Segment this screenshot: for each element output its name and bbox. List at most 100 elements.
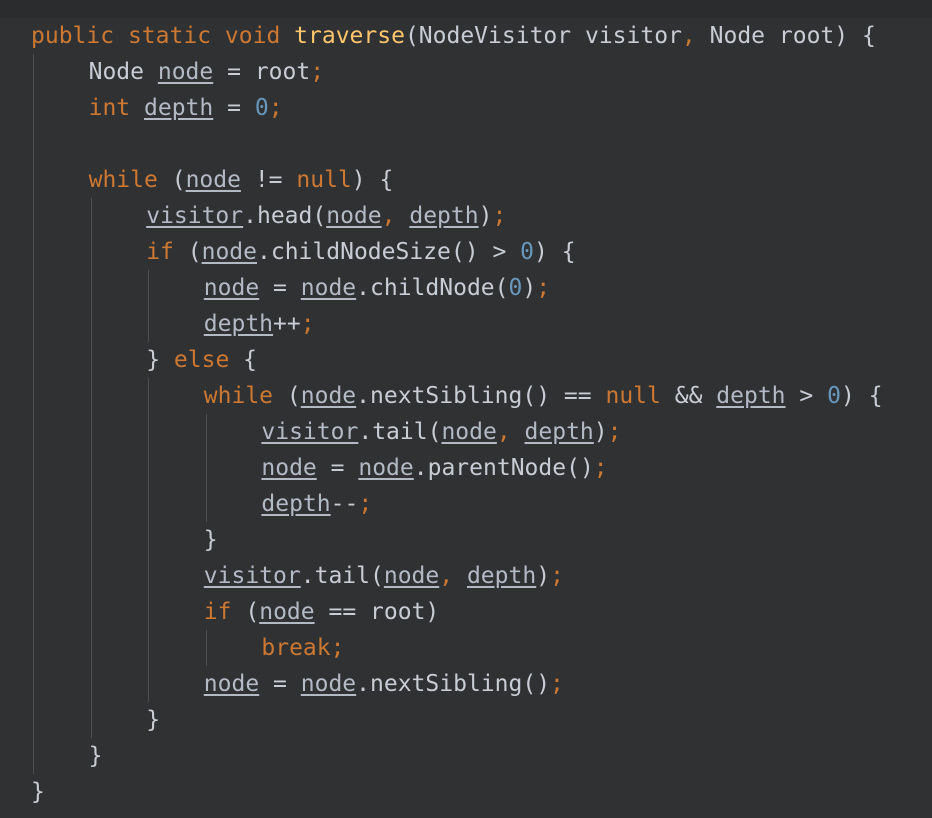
token-plain: ( xyxy=(312,203,327,229)
token-local: node xyxy=(383,563,440,589)
token-plain: == xyxy=(563,383,592,409)
token-num: 0 xyxy=(508,275,523,301)
token-local: node xyxy=(358,455,414,481)
code-line-partial[interactable]: */ xyxy=(0,0,199,18)
code-line[interactable]: depth--; xyxy=(0,486,932,522)
token-plain: ) xyxy=(351,167,366,193)
token-plain: > xyxy=(492,239,507,265)
code-line[interactable]: visitor.tail(node, depth); xyxy=(0,558,932,594)
code-line[interactable]: } xyxy=(0,522,932,558)
indent-guide xyxy=(148,594,150,630)
token-plain: () xyxy=(566,455,594,481)
code-line-text: while (node.nextSibling() == null && dep… xyxy=(0,378,883,414)
token-semi: ; xyxy=(358,491,373,517)
token-plain: () xyxy=(522,671,551,697)
token-semi: ; xyxy=(536,275,551,301)
indent-guide xyxy=(33,342,34,378)
code-line[interactable]: int depth = 0; xyxy=(0,90,932,126)
indent-guide xyxy=(33,162,34,198)
token-plain: = xyxy=(273,275,287,301)
indent-guide xyxy=(205,450,207,486)
indent-guide xyxy=(90,198,92,234)
token-local: node xyxy=(259,599,315,625)
token-semi: , xyxy=(439,563,454,589)
code-line[interactable]: while (node != null) { xyxy=(0,162,932,198)
indent-guide xyxy=(33,450,34,486)
indent-guide xyxy=(90,558,92,594)
indent-guide xyxy=(148,666,150,702)
code-editor[interactable]: */ public static void traverse(NodeVisit… xyxy=(0,0,932,818)
code-line[interactable]: visitor.head(node, depth); xyxy=(0,198,932,234)
token-plain: ( xyxy=(245,599,260,625)
indent-guide xyxy=(33,90,34,126)
indent-guide xyxy=(90,378,92,414)
token-plain: root xyxy=(370,599,426,625)
code-line[interactable]: visitor.tail(node, depth); xyxy=(0,414,932,450)
code-line-text: visitor.tail(node, depth); xyxy=(0,414,621,450)
code-line[interactable]: } xyxy=(0,774,932,810)
token-num: 0 xyxy=(254,95,269,121)
code-line[interactable]: node = node.childNode(0); xyxy=(0,270,932,306)
token-local: node xyxy=(300,275,357,301)
indent-guide xyxy=(205,630,207,666)
code-lines-container[interactable]: public static void traverse(NodeVisitor … xyxy=(0,18,932,810)
partial-top-line[interactable]: */ xyxy=(0,0,932,18)
code-line[interactable]: } xyxy=(0,738,932,774)
token-plain: ) xyxy=(840,383,855,409)
code-line-text: depth++; xyxy=(0,306,315,342)
code-line[interactable]: if (node == root) xyxy=(0,594,932,630)
code-line[interactable]: if (node.childNodeSize() > 0) { xyxy=(0,234,932,270)
indent-guide xyxy=(90,630,92,666)
token-plain: != xyxy=(254,167,283,193)
code-line[interactable]: } xyxy=(0,702,932,738)
token-semi: ; xyxy=(550,671,564,697)
token-plain: . xyxy=(300,563,315,589)
code-line[interactable]: break; xyxy=(0,630,932,666)
indent-guide xyxy=(90,342,92,378)
token-plain: ) xyxy=(593,419,608,445)
code-line[interactable]: Node node = root; xyxy=(0,54,932,90)
token-semi: ; xyxy=(550,563,564,589)
token-plain: ) xyxy=(834,23,849,49)
indent-guide xyxy=(148,378,150,414)
code-line[interactable] xyxy=(0,126,932,162)
token-plain: head xyxy=(256,203,313,229)
code-line-text: } xyxy=(0,738,103,774)
code-line[interactable]: depth++; xyxy=(0,306,932,342)
token-plain: childNodeSize xyxy=(270,239,451,265)
token-plain: nextSibling xyxy=(370,383,523,409)
token-plain: . xyxy=(243,203,257,229)
token-plain: () xyxy=(450,239,479,265)
token-plain: { xyxy=(862,23,876,49)
code-line[interactable]: public static void traverse(NodeVisitor … xyxy=(0,18,932,54)
code-line[interactable]: node = node.nextSibling(); xyxy=(0,666,932,702)
indent-guide xyxy=(148,270,150,306)
token-plain: ++ xyxy=(273,311,301,337)
token-param: visitor xyxy=(146,203,244,229)
code-line-text: visitor.head(node, depth); xyxy=(0,198,506,234)
indent-guide xyxy=(90,702,92,738)
token-kw: int xyxy=(88,95,131,121)
token-plain: Node xyxy=(709,23,766,49)
token-kw: null xyxy=(296,167,352,193)
token-kw: public xyxy=(31,23,115,49)
token-local: depth xyxy=(716,383,786,409)
token-plain: visitor xyxy=(584,23,682,49)
code-line[interactable]: } else { xyxy=(0,342,932,378)
code-line[interactable]: while (node.nextSibling() == null && dep… xyxy=(0,378,932,414)
code-line[interactable]: node = node.parentNode(); xyxy=(0,450,932,486)
token-semi: ; xyxy=(593,455,608,481)
token-plain: . xyxy=(356,383,371,409)
indent-guide xyxy=(90,522,92,558)
token-kw: while xyxy=(88,167,158,193)
